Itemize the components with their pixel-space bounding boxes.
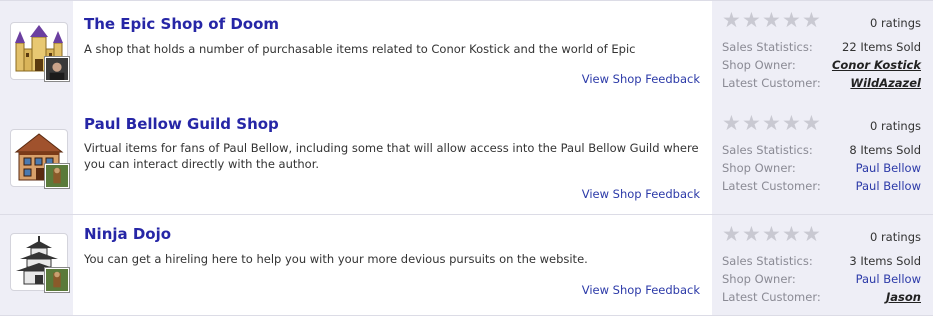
items-sold-value: 3 Items Sold <box>849 254 921 268</box>
sales-statistics-row: Sales Statistics: 8 Items Sold <box>722 142 921 158</box>
star-empty-icon[interactable]: ★ <box>762 224 782 245</box>
shop-list: The Epic Shop of Doom A shop that holds … <box>0 0 933 319</box>
shop-thumbnail[interactable] <box>10 129 69 188</box>
shop-owner-row: Shop Owner: Conor Kostick <box>722 57 921 73</box>
shop-row: The Epic Shop of Doom A shop that holds … <box>0 0 933 105</box>
latest-customer-row: Latest Customer: WildAzazel <box>722 75 921 91</box>
shop-content: Ninja Dojo You can get a hireling here t… <box>84 215 706 315</box>
sales-statistics-row: Sales Statistics: 3 Items Sold <box>722 253 921 269</box>
sales-statistics-label: Sales Statistics: <box>722 40 813 54</box>
owner-avatar <box>45 164 69 188</box>
shop-owner-link[interactable]: Paul Bellow <box>856 271 921 287</box>
shop-title[interactable]: Paul Bellow Guild Shop <box>84 115 279 133</box>
sales-statistics-label: Sales Statistics: <box>722 254 813 268</box>
shop-description: Virtual items for fans of Paul Bellow, i… <box>84 141 699 171</box>
star-empty-icon[interactable]: ★ <box>722 10 742 31</box>
star-empty-icon[interactable]: ★ <box>742 224 762 245</box>
shop-owner-label: Shop Owner: <box>722 161 796 175</box>
shop-owner-link[interactable]: Conor Kostick <box>832 57 921 73</box>
star-rating[interactable]: ★★★★★ <box>722 10 822 32</box>
shop-owner-label: Shop Owner: <box>722 58 796 72</box>
view-shop-feedback-link[interactable]: View Shop Feedback <box>582 187 700 201</box>
items-sold-value: 22 Items Sold <box>842 40 921 54</box>
shop-thumbnail[interactable] <box>10 22 69 81</box>
star-empty-icon[interactable]: ★ <box>742 113 762 134</box>
star-empty-icon[interactable]: ★ <box>782 10 802 31</box>
shop-content: Paul Bellow Guild Shop Virtual items for… <box>84 104 706 214</box>
shop-stats-panel: ★★★★★ 0 ratings Sales Statistics: 22 Ite… <box>712 1 933 104</box>
items-sold-value: 8 Items Sold <box>849 143 921 157</box>
star-empty-icon[interactable]: ★ <box>782 113 802 134</box>
shop-row: Ninja Dojo You can get a hireling here t… <box>0 215 933 316</box>
shop-title[interactable]: Ninja Dojo <box>84 225 171 243</box>
shop-owner-link[interactable]: Paul Bellow <box>856 160 921 176</box>
star-empty-icon[interactable]: ★ <box>802 224 822 245</box>
star-empty-icon[interactable]: ★ <box>742 10 762 31</box>
owner-avatar <box>45 268 69 292</box>
latest-customer-link[interactable]: Paul Bellow <box>856 178 921 194</box>
shop-thumbnail-column <box>0 215 73 315</box>
shop-owner-label: Shop Owner: <box>722 272 796 286</box>
owner-photo-avatar <box>45 57 69 81</box>
star-empty-icon[interactable]: ★ <box>762 10 782 31</box>
shop-stats-panel: ★★★★★ 0 ratings Sales Statistics: 3 Item… <box>712 215 933 315</box>
shop-description: You can get a hireling here to help you … <box>84 252 588 266</box>
shop-description: A shop that holds a number of purchasabl… <box>84 42 636 56</box>
shop-thumbnail[interactable] <box>10 233 69 292</box>
star-rating[interactable]: ★★★★★ <box>722 224 822 246</box>
star-empty-icon[interactable]: ★ <box>722 113 742 134</box>
shop-thumbnail-column <box>0 1 73 104</box>
latest-customer-row: Latest Customer: Paul Bellow <box>722 178 921 194</box>
star-empty-icon[interactable]: ★ <box>782 224 802 245</box>
shop-owner-row: Shop Owner: Paul Bellow <box>722 271 921 287</box>
latest-customer-label: Latest Customer: <box>722 76 821 90</box>
latest-customer-label: Latest Customer: <box>722 179 821 193</box>
view-shop-feedback-link[interactable]: View Shop Feedback <box>582 72 700 86</box>
shop-title[interactable]: The Epic Shop of Doom <box>84 15 279 33</box>
latest-customer-link[interactable]: Jason <box>886 289 921 305</box>
latest-customer-link[interactable]: WildAzazel <box>850 75 921 91</box>
latest-customer-row: Latest Customer: Jason <box>722 289 921 305</box>
star-empty-icon[interactable]: ★ <box>722 224 742 245</box>
ratings-count: 0 ratings <box>869 230 921 244</box>
shop-thumbnail-column <box>0 104 73 214</box>
shop-stats-panel: ★★★★★ 0 ratings Sales Statistics: 8 Item… <box>712 104 933 214</box>
shop-owner-row: Shop Owner: Paul Bellow <box>722 160 921 176</box>
star-rating[interactable]: ★★★★★ <box>722 113 822 135</box>
view-shop-feedback-link[interactable]: View Shop Feedback <box>582 283 700 297</box>
shop-row: Paul Bellow Guild Shop Virtual items for… <box>0 104 933 215</box>
shop-content: The Epic Shop of Doom A shop that holds … <box>84 1 706 104</box>
star-empty-icon[interactable]: ★ <box>802 10 822 31</box>
ratings-count: 0 ratings <box>869 119 921 133</box>
sales-statistics-row: Sales Statistics: 22 Items Sold <box>722 39 921 55</box>
star-empty-icon[interactable]: ★ <box>762 113 782 134</box>
latest-customer-label: Latest Customer: <box>722 290 821 304</box>
ratings-count: 0 ratings <box>869 16 921 30</box>
star-empty-icon[interactable]: ★ <box>802 113 822 134</box>
sales-statistics-label: Sales Statistics: <box>722 143 813 157</box>
